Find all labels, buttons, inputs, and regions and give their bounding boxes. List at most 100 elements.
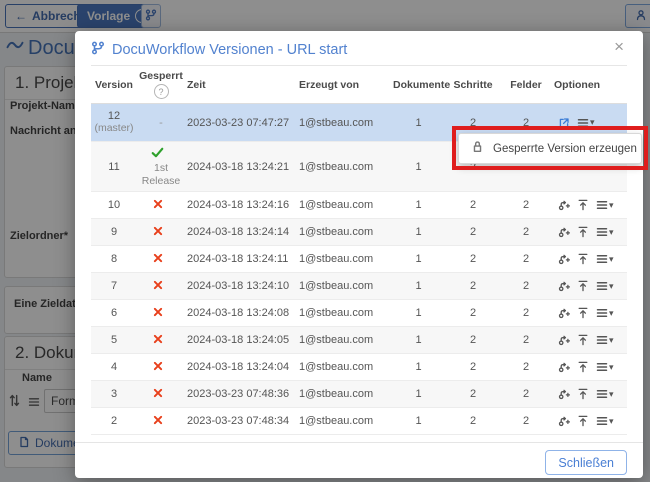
schritte-cell: 2 <box>446 407 500 435</box>
screen: ← Abbrechen Vorlage i W DocuWo 1. Projek… <box>0 0 650 482</box>
erzeugt-von-cell: 1@stbeau.com <box>297 299 391 327</box>
restore-version-icon[interactable] <box>577 388 589 400</box>
create-version-icon[interactable] <box>558 253 570 265</box>
row-menu-button[interactable]: ▾ <box>596 307 614 319</box>
code-branch-icon <box>91 41 105 59</box>
version-row-8[interactable]: 8 2024-03-18 13:24:11 1@stbeau.com 1 2 2 ▾ <box>91 245 627 273</box>
schritte-cell: 2 <box>446 272 500 300</box>
create-version-icon[interactable] <box>558 388 570 400</box>
dokumente-cell: 1 <box>391 245 446 273</box>
version-row-2[interactable]: 2 2023-03-23 07:48:34 1@stbeau.com 1 2 2 ▾ <box>91 407 627 435</box>
version-row-10[interactable]: 10 2024-03-18 13:24:16 1@stbeau.com 1 2 2 ▾ <box>91 191 627 219</box>
gesperrt-header-text: Gesperrt <box>139 70 183 82</box>
restore-version-icon[interactable] <box>577 280 589 292</box>
version-cell: 10 <box>91 191 137 219</box>
restore-version-icon[interactable] <box>577 415 589 427</box>
schritte-cell: 2 <box>446 326 500 354</box>
create-version-icon[interactable] <box>558 199 570 211</box>
dokumente-cell: 1 <box>391 380 446 408</box>
row-menu-button[interactable]: ▾ <box>596 334 614 346</box>
felder-cell: 2 <box>500 218 552 246</box>
dokumente-cell: 1 <box>391 103 446 142</box>
optionen-cell: ▾ <box>552 407 627 435</box>
gesperrt-cell <box>137 326 185 354</box>
optionen-cell: ▾ <box>552 272 627 300</box>
dokumente-cell: 1 <box>391 191 446 219</box>
zeit-cell: 2024-03-18 13:24:16 <box>185 191 297 219</box>
chevron-down-icon: ▾ <box>609 388 614 399</box>
zeit-cell: 2024-03-18 13:24:11 <box>185 245 297 273</box>
dokumente-cell: 1 <box>391 272 446 300</box>
version-row-6[interactable]: 6 2024-03-18 13:24:08 1@stbeau.com 1 2 2 ▾ <box>91 299 627 327</box>
version-row-9[interactable]: 9 2024-03-18 13:24:14 1@stbeau.com 1 2 2 ▾ <box>91 218 627 246</box>
create-version-icon[interactable] <box>558 226 570 238</box>
version-row-7[interactable]: 7 2024-03-18 13:24:10 1@stbeau.com 1 2 2 ▾ <box>91 272 627 300</box>
chevron-down-icon: ▾ <box>609 280 614 291</box>
close-icon[interactable]: × <box>608 37 630 56</box>
restore-version-icon[interactable] <box>577 226 589 238</box>
help-icon[interactable]: ? <box>153 84 169 99</box>
dokumente-cell: 1 <box>391 218 446 246</box>
cross-icon <box>153 280 163 293</box>
gesperrt-cell <box>137 353 185 381</box>
version-cell: 8 <box>91 245 137 273</box>
chevron-down-icon: ▾ <box>609 415 614 426</box>
schritte-cell: 2 <box>446 299 500 327</box>
gesperrt-cell: 1st Release <box>137 141 185 192</box>
zeit-cell: 2024-03-18 13:24:08 <box>185 299 297 327</box>
version-cell: 5 <box>91 326 137 354</box>
dokumente-cell: 1 <box>391 326 446 354</box>
schliessen-button[interactable]: Schließen <box>545 450 627 475</box>
version-cell: 3 <box>91 380 137 408</box>
row-menu-button[interactable]: ▾ <box>596 388 614 400</box>
versions-modal: DocuWorkflow Versionen - URL start × Ver… <box>75 31 643 478</box>
zeit-cell: 2024-03-18 13:24:10 <box>185 272 297 300</box>
cross-icon <box>153 334 163 347</box>
version-row-3[interactable]: 3 2023-03-23 07:48:36 1@stbeau.com 1 2 2 ▾ <box>91 380 627 408</box>
version-cell: 6 <box>91 299 137 327</box>
chevron-down-icon: ▾ <box>609 199 614 210</box>
row-menu-button[interactable]: ▾ <box>596 415 614 427</box>
schritte-cell: 2 <box>446 353 500 381</box>
create-version-icon[interactable] <box>558 361 570 373</box>
chevron-down-icon: ▾ <box>609 226 614 237</box>
felder-cell: 2 <box>500 272 552 300</box>
zeit-cell: 2024-03-18 13:24:04 <box>185 353 297 381</box>
cross-icon <box>153 388 163 401</box>
erzeugt-von-cell: 1@stbeau.com <box>297 272 391 300</box>
version-row-4[interactable]: 4 2024-03-18 13:24:04 1@stbeau.com 1 2 2 ▾ <box>91 353 627 381</box>
chevron-down-icon: ▾ <box>609 253 614 264</box>
restore-version-icon[interactable] <box>577 307 589 319</box>
gesperrte-version-erzeugen-item[interactable]: Gesperrte Version erzeugen <box>493 143 637 155</box>
felder-cell: 2 <box>500 353 552 381</box>
restore-version-icon[interactable] <box>577 361 589 373</box>
row-menu-button[interactable]: ▾ <box>596 253 614 265</box>
col-optionen: Optionen <box>552 65 627 104</box>
cross-icon <box>153 361 163 374</box>
create-version-icon[interactable] <box>558 280 570 292</box>
cross-icon <box>153 307 163 320</box>
create-version-icon[interactable] <box>558 307 570 319</box>
version-row-5[interactable]: 5 2024-03-18 13:24:05 1@stbeau.com 1 2 2 ▾ <box>91 326 627 354</box>
row-menu-button[interactable]: ▾ <box>596 226 614 238</box>
row-menu-button[interactable]: ▾ <box>577 117 595 129</box>
felder-cell: 2 <box>500 245 552 273</box>
erzeugt-von-cell: 1@stbeau.com <box>297 141 391 192</box>
optionen-cell: ▾ <box>552 326 627 354</box>
row-menu-button[interactable]: ▾ <box>596 199 614 211</box>
create-version-icon[interactable] <box>558 334 570 346</box>
restore-version-icon[interactable] <box>577 199 589 211</box>
erzeugt-von-cell: 1@stbeau.com <box>297 407 391 435</box>
open-version-icon[interactable] <box>558 117 570 129</box>
schritte-cell: 2 <box>446 380 500 408</box>
erzeugt-von-cell: 1@stbeau.com <box>297 245 391 273</box>
restore-version-icon[interactable] <box>577 253 589 265</box>
optionen-cell: ▾ <box>552 245 627 273</box>
felder-cell: 2 <box>500 299 552 327</box>
row-menu-button[interactable]: ▾ <box>596 361 614 373</box>
restore-version-icon[interactable] <box>577 334 589 346</box>
row-menu-button[interactable]: ▾ <box>596 280 614 292</box>
create-version-icon[interactable] <box>558 415 570 427</box>
col-zeit: Zeit <box>185 65 297 104</box>
dokumente-cell: 1 <box>391 141 446 192</box>
